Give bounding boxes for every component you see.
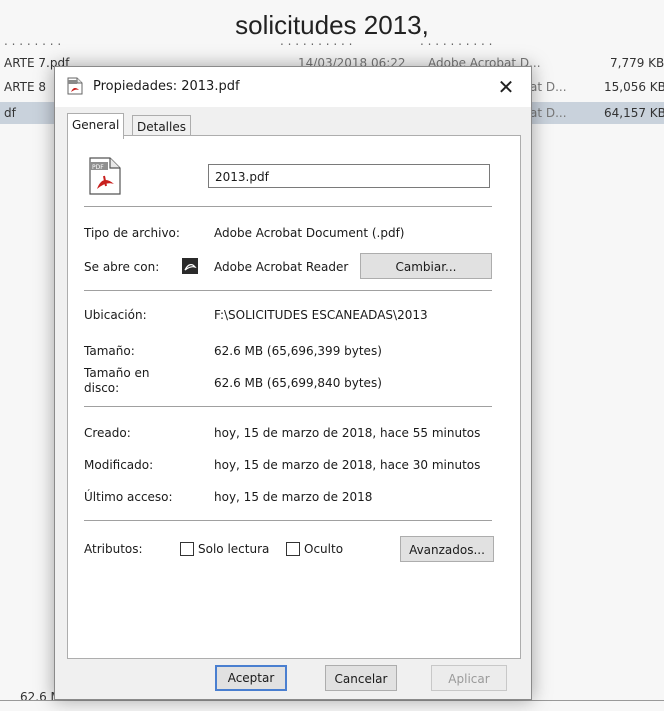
file-type: at D... [530,80,567,94]
general-panel: PDF 2013.pdf Tipo de archivo: Adobe Acro… [67,135,521,659]
hidden-checkbox[interactable] [286,542,300,556]
attributes-label: Atributos: [84,542,143,556]
tab-general[interactable]: General [67,113,125,139]
file-type: at D... [530,106,567,120]
created-value: hoy, 15 de marzo de 2018, hace 55 minuto… [214,426,481,440]
last-access-value: hoy, 15 de marzo de 2018 [214,490,373,504]
size-label: Tamaño: [84,344,135,358]
file-name-field[interactable]: 2013.pdf [208,164,490,188]
close-button[interactable]: ✕ [491,73,521,101]
opens-with-label: Se abre con: [84,260,160,274]
file-list-partial-row: . . . . . . . . . . . . . . . . . . . . … [4,38,493,48]
file-name: df [4,106,16,120]
location-value: F:\SOLICITUDES ESCANEADAS\2013 [214,308,428,322]
divider [84,406,492,407]
location-label: Ubicación: [84,308,147,322]
file-type-label: Tipo de archivo: [84,226,180,240]
divider [84,290,492,291]
size-value: 62.6 MB (65,696,399 bytes) [214,344,382,358]
ok-button[interactable]: Aceptar [215,665,287,691]
cancel-button[interactable]: Cancelar [325,665,397,691]
readonly-checkbox[interactable] [180,542,194,556]
advanced-button[interactable]: Avanzados... [400,536,494,562]
properties-dialog: Propiedades: 2013.pdf ✕ General Detalles… [54,66,532,700]
divider [84,206,492,207]
apply-button[interactable]: Aplicar [431,665,507,691]
title-bar[interactable]: Propiedades: 2013.pdf ✕ [55,67,531,107]
hidden-label: Oculto [304,542,344,556]
modified-label: Modificado: [84,458,154,472]
status-bar-divider [0,700,664,701]
created-label: Creado: [84,426,131,440]
dialog-title: Propiedades: 2013.pdf [93,79,240,94]
change-button[interactable]: Cambiar... [360,253,492,279]
readonly-label: Solo lectura [198,542,270,556]
pdf-document-icon: PDF [88,156,122,196]
file-size: 64,157 KB [604,106,664,120]
last-access-label: Último acceso: [84,490,173,504]
file-name: ARTE 8 [4,80,47,94]
opens-with-value: Adobe Acrobat Reader [214,260,349,274]
svg-text:PDF: PDF [92,164,104,171]
acrobat-reader-icon [182,258,198,274]
disk-size-label: Tamaño en disco: [84,366,150,395]
file-type-value: Adobe Acrobat Document (.pdf) [214,226,405,240]
modified-value: hoy, 15 de marzo de 2018, hace 30 minuto… [214,458,481,472]
divider [84,520,492,521]
caption-title: solicitudes 2013, [235,10,429,40]
file-size: 15,056 KB [604,80,664,94]
pdf-file-icon [67,77,83,95]
file-size: 7,779 KB [610,56,664,70]
disk-size-value: 62.6 MB (65,699,840 bytes) [214,376,382,390]
